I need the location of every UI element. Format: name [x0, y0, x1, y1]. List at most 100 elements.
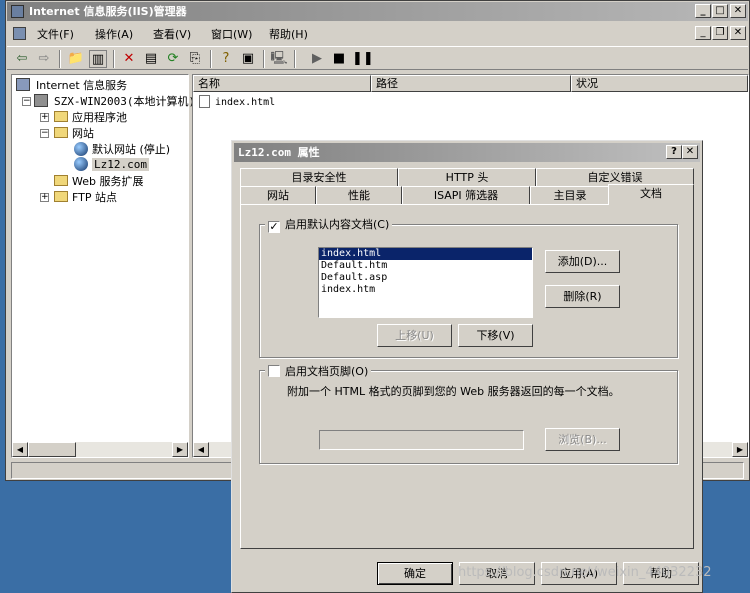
default-docs-list[interactable]: index.html Default.htm Default.asp index… [318, 247, 533, 318]
export-icon[interactable]: ⎘ [186, 50, 204, 68]
toolbar-separator [210, 50, 212, 68]
move-down-button[interactable]: 下移(V) [458, 324, 533, 347]
iis-root-icon [16, 78, 30, 91]
child-minimize-button[interactable]: _ [695, 26, 711, 40]
computer-icon[interactable]: 🖳 [270, 50, 288, 68]
browse-button[interactable]: 浏览(B)... [545, 428, 620, 451]
tree-selected-site[interactable]: Lz12.com [74, 157, 149, 171]
add-button-label: 添加(D)... [557, 255, 608, 268]
list-item[interactable]: index.htm [319, 284, 532, 296]
toolbar-separator [294, 50, 296, 68]
tree-root-label: Internet 信息服务 [36, 79, 128, 92]
menu-action[interactable]: 操作(A) [95, 26, 133, 42]
menu-bar: 文件(F) 操作(A) 查看(V) 窗口(W) 帮助(H) _ ❐ ✕ [7, 23, 748, 43]
move-up-button[interactable]: 上移(U) [377, 324, 452, 347]
tab-documents[interactable]: 文档 [608, 184, 694, 205]
child-close-button[interactable]: ✕ [730, 26, 746, 40]
list-item[interactable]: index.html [319, 248, 532, 260]
col-header-status[interactable]: 状况 [571, 75, 748, 92]
tab-home-directory[interactable]: 主目录 [530, 186, 610, 204]
tree-pane[interactable]: Internet 信息服务 − SZX-WIN2003(本地计算机) + 应用程… [11, 74, 195, 458]
tree-hscrollbar[interactable]: ◀ ▶ [12, 442, 188, 457]
tree-app-pools[interactable]: 应用程序池 [54, 109, 127, 125]
properties-icon[interactable]: ▤ [142, 50, 160, 68]
start-icon[interactable]: ▶ [308, 50, 326, 68]
menu-file[interactable]: 文件(F) [37, 26, 74, 42]
menu-help[interactable]: 帮助(H) [269, 26, 308, 42]
col-header-path[interactable]: 路径 [371, 75, 571, 92]
help-icon[interactable]: ? [217, 50, 235, 68]
menu-view[interactable]: 查看(V) [153, 26, 191, 42]
checkbox-checked-icon[interactable]: ✓ [268, 221, 280, 233]
expand-ftp-icon[interactable]: + [40, 193, 49, 202]
list-item[interactable]: Default.asp [319, 272, 532, 284]
footer-label: 启用文档页脚(O) [285, 365, 369, 378]
close-button[interactable]: ✕ [730, 4, 746, 18]
tree-scroll-thumb[interactable] [28, 442, 76, 457]
tab-website[interactable]: 网站 [240, 186, 316, 204]
col-header-name[interactable]: 名称 [193, 75, 371, 92]
forward-icon[interactable]: ⇨ [35, 50, 53, 68]
toolbar-separator [113, 50, 115, 68]
scroll-left-icon[interactable]: ◀ [193, 442, 209, 457]
collapse-server-icon[interactable]: − [22, 97, 31, 106]
checkbox-unchecked-icon[interactable] [268, 365, 280, 377]
folder-icon [54, 111, 68, 122]
collapse-websites-icon[interactable]: − [40, 129, 49, 138]
folder-icon [54, 175, 68, 186]
toolbar: ⇦ ⇨ 📁 ▥ ✕ ▤ ⟳ ⎘ ? ▣ 🖳 ▶ ■ ❚❚ [7, 46, 748, 70]
tree-ftp-label: FTP 站点 [72, 191, 117, 204]
list-item[interactable]: index.html [199, 95, 275, 108]
tree-web-ext-label: Web 服务扩展 [72, 175, 144, 188]
iis-app-icon [11, 5, 24, 18]
watermark: https://blog.csdn.net/weixin_44032232 [458, 565, 712, 580]
minimize-button[interactable]: _ [695, 4, 711, 18]
stop-icon[interactable]: ■ [330, 50, 348, 68]
tab-performance[interactable]: 性能 [316, 186, 402, 204]
list-item[interactable]: Default.htm [319, 260, 532, 272]
tree-selected-site-label: Lz12.com [92, 158, 149, 171]
main-window-title: Internet 信息服务(IIS)管理器 [29, 5, 187, 18]
list-item-name: index.html [215, 97, 276, 108]
folder-icon [54, 127, 68, 138]
refresh-icon[interactable]: ⟳ [164, 50, 182, 68]
delete-icon[interactable]: ✕ [120, 50, 138, 68]
default-docs-label: 启用默认内容文档(C) [285, 218, 390, 231]
child-restore-button[interactable]: ❐ [712, 26, 728, 40]
tree-websites-label: 网站 [72, 127, 94, 140]
dialog-titlebar[interactable]: Lz12.com 属性 ? ✕ [234, 143, 700, 162]
tab-isapi-filters[interactable]: ISAPI 筛选器 [402, 186, 530, 204]
tab-directory-security[interactable]: 目录安全性 [240, 168, 398, 186]
console-icon[interactable]: ▣ [239, 50, 257, 68]
dialog-close-button[interactable]: ✕ [682, 145, 698, 159]
scroll-left-icon[interactable]: ◀ [12, 442, 28, 457]
footer-description: 附加一个 HTML 格式的页脚到您的 Web 服务器返回的每一个文档。 [287, 385, 620, 398]
tree-ftp[interactable]: FTP 站点 [54, 189, 117, 205]
show-tree-icon[interactable]: ▥ [89, 50, 107, 68]
browse-label: 浏览(B)... [558, 433, 607, 446]
expand-apppools-icon[interactable]: + [40, 113, 49, 122]
main-titlebar[interactable]: Internet 信息服务(IIS)管理器 _ □ ✕ [7, 2, 748, 21]
tab-http-headers[interactable]: HTTP 头 [398, 168, 536, 186]
footer-path-input[interactable] [319, 430, 524, 450]
back-icon[interactable]: ⇦ [13, 50, 31, 68]
properties-dialog: Lz12.com 属性 ? ✕ 目录安全性 HTTP 头 自定义错误 网站 性能… [231, 140, 703, 593]
menu-window[interactable]: 窗口(W) [211, 26, 252, 42]
ok-button[interactable]: 确定 [377, 562, 453, 585]
tree-default-site[interactable]: 默认网站 (停止) [74, 141, 170, 157]
default-docs-checkbox[interactable]: ✓ 启用默认内容文档(C) [265, 216, 393, 233]
maximize-button[interactable]: □ [712, 4, 728, 18]
tree-server-label: SZX-WIN2003(本地计算机) [54, 95, 196, 108]
footer-checkbox[interactable]: 启用文档页脚(O) [265, 363, 372, 379]
add-button[interactable]: 添加(D)... [545, 250, 620, 273]
tree-root[interactable]: Internet 信息服务 [16, 77, 127, 93]
up-folder-icon[interactable]: 📁 [67, 50, 85, 68]
pause-icon[interactable]: ❚❚ [352, 50, 374, 68]
scroll-right-icon[interactable]: ▶ [732, 442, 748, 457]
tree-websites[interactable]: 网站 [54, 125, 94, 141]
dialog-help-button[interactable]: ? [666, 145, 682, 159]
scroll-right-icon[interactable]: ▶ [172, 442, 188, 457]
tree-web-ext[interactable]: Web 服务扩展 [54, 173, 143, 189]
remove-button[interactable]: 删除(R) [545, 285, 620, 308]
tree-server[interactable]: SZX-WIN2003(本地计算机) [34, 93, 195, 109]
